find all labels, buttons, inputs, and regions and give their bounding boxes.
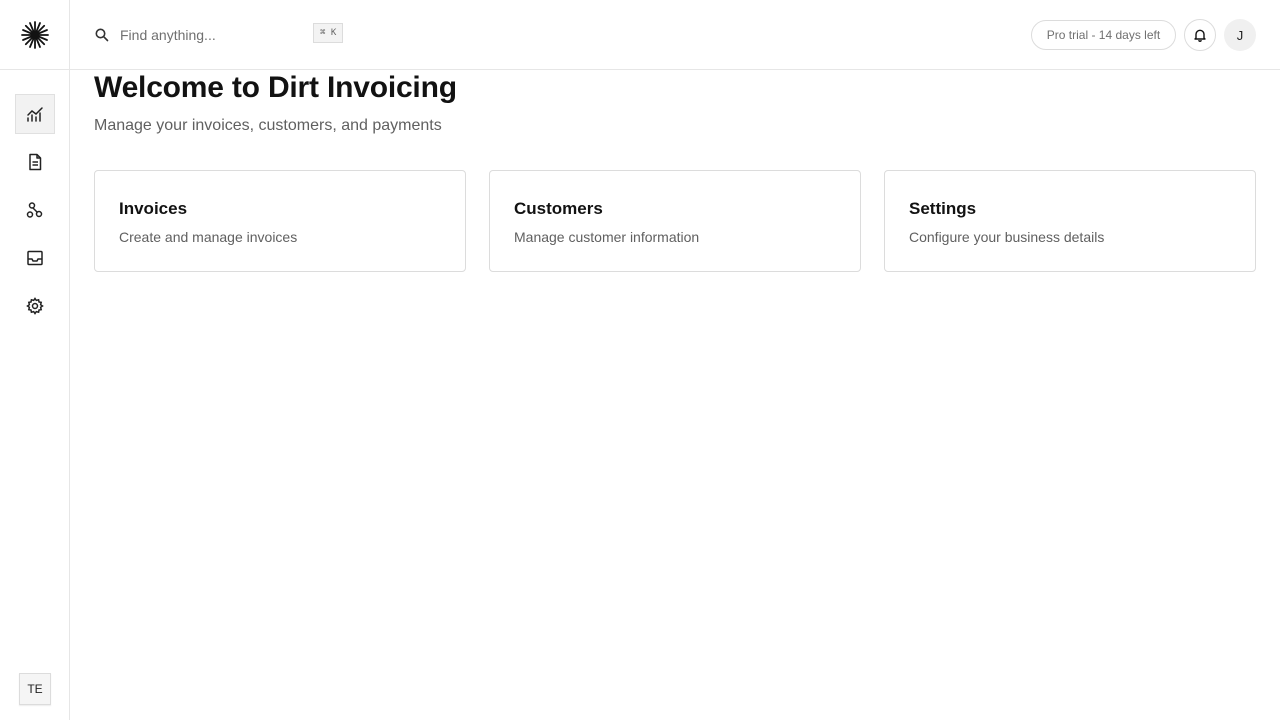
settings-card[interactable]: Settings Configure your business details — [884, 170, 1256, 272]
page-title: Welcome to Dirt Invoicing — [94, 71, 457, 104]
sidebar-item-overview[interactable] — [15, 94, 55, 134]
team-switcher-button[interactable]: TE — [19, 673, 51, 705]
sidebar-item-settings[interactable] — [15, 286, 55, 326]
invoices-card[interactable]: Invoices Create and manage invoices — [94, 170, 466, 272]
page-subtitle: Manage your invoices, customers, and pay… — [94, 117, 442, 134]
logo[interactable] — [0, 0, 70, 70]
sidebar-item-inbox[interactable] — [15, 238, 55, 278]
sidebar: TE — [0, 0, 70, 720]
bell-icon — [1194, 29, 1206, 42]
card-description: Manage customer information — [514, 229, 700, 245]
customers-card[interactable]: Customers Manage customer information — [489, 170, 861, 272]
document-icon — [29, 153, 42, 171]
trial-badge[interactable]: Pro trial - 14 days left — [1031, 20, 1176, 50]
card-description: Create and manage invoices — [119, 229, 298, 245]
avatar[interactable]: J — [1224, 19, 1256, 51]
card-title: Customers — [514, 199, 603, 218]
card-title: Settings — [909, 199, 977, 218]
gear-icon — [26, 297, 44, 315]
chart-icon — [27, 107, 43, 122]
inbox-icon — [27, 250, 43, 266]
search-icon — [95, 28, 109, 42]
sidebar-item-customers[interactable] — [15, 190, 55, 230]
search-input[interactable]: Find anything... — [94, 22, 346, 48]
search-shortcut-hint: ⌘ K — [313, 23, 344, 43]
top-header: Find anything... ⌘ K Pro trial - 14 days… — [70, 0, 1280, 70]
customers-icon — [26, 202, 43, 218]
card-description: Configure your business details — [909, 229, 1105, 245]
notifications-button[interactable] — [1184, 19, 1216, 51]
logo-icon — [21, 20, 49, 49]
card-title: Invoices — [119, 199, 188, 218]
sidebar-item-invoices[interactable] — [15, 142, 55, 182]
search-placeholder: Find anything... — [120, 27, 216, 43]
